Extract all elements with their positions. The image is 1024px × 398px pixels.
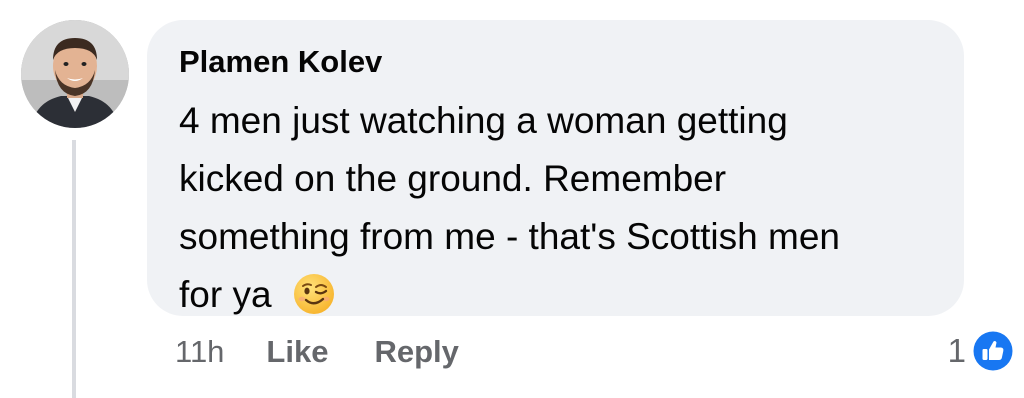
reply-button[interactable]: Reply <box>374 334 458 370</box>
avatar-image <box>21 20 129 128</box>
comment-actions: 11h Like Reply <box>175 330 459 374</box>
reaction-count: 1 <box>947 332 966 369</box>
comment-text-line: 4 men just watching a woman getting <box>179 100 788 141</box>
comment-text-line: something from me - that's Scottish men <box>179 216 840 257</box>
comment-timestamp[interactable]: 11h <box>175 334 224 370</box>
comment-text: 4 men just watching a woman getting kick… <box>179 92 949 324</box>
winking-face-icon <box>292 272 336 316</box>
thumbs-up-icon <box>970 328 1016 374</box>
thread-line <box>72 140 76 398</box>
comment-author[interactable]: Plamen Kolev <box>179 44 382 80</box>
avatar[interactable] <box>21 20 129 128</box>
comment-text-fragment: for ya <box>179 274 272 315</box>
comment-text-line: kicked on the ground. Remember <box>179 158 727 199</box>
comment-text-line-last: for ya <box>179 266 949 324</box>
reaction-summary[interactable]: 1 <box>948 326 1016 376</box>
like-button[interactable]: Like <box>266 334 328 370</box>
